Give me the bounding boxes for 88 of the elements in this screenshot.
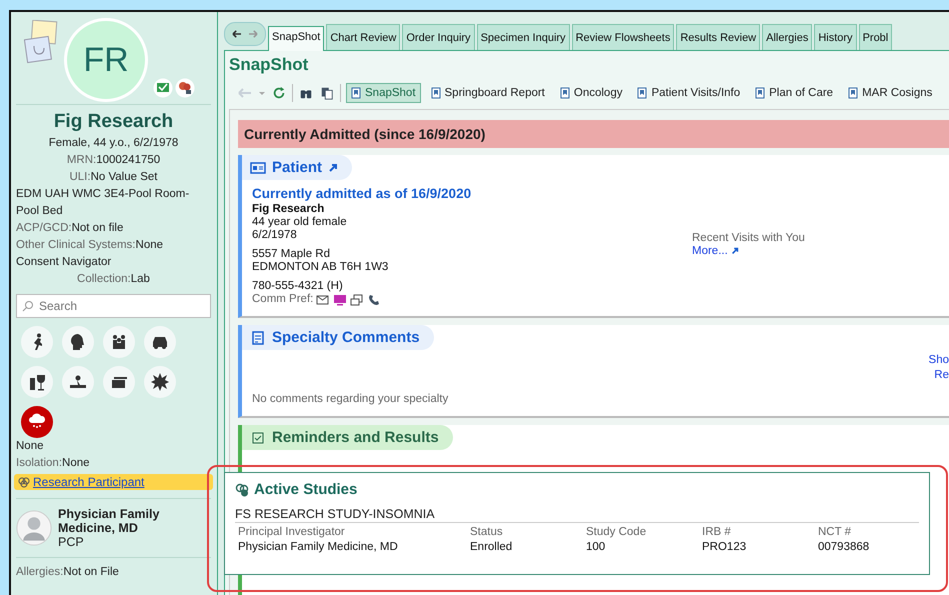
patient-info-line: Female, 44 y.o., 6/2/1978 xyxy=(48,136,180,151)
documents-icon[interactable] xyxy=(319,86,335,100)
study-name: FS RESEARCH STUDY-INSOMNIA xyxy=(235,507,919,523)
age-sex-text: 44 year old female xyxy=(252,216,348,229)
column-header: NCT # xyxy=(818,526,852,538)
tab[interactable]: Probl xyxy=(858,24,892,50)
tab[interactable]: History xyxy=(814,24,857,50)
letter-icon xyxy=(350,294,364,306)
search-field[interactable]: Search xyxy=(16,294,211,318)
address-line: EDMONTON AB T6H 1W3 xyxy=(252,261,390,274)
section-title: Specialty Comments xyxy=(272,329,420,346)
bookmark-icon xyxy=(848,87,858,99)
research-icon xyxy=(235,482,249,496)
patient-info-line: ULI:No Value Set xyxy=(68,170,158,185)
activity-button[interactable]: Springboard Report xyxy=(426,83,550,103)
page-title: SnapShot xyxy=(229,55,310,75)
checklist-monitor-icon[interactable] xyxy=(153,78,173,98)
table-cell-text: 00793868 xyxy=(818,541,870,553)
patient-info-line: EDM UAH WMC 3E4-Pool Room-Pool Bed xyxy=(16,187,190,219)
external-link-icon[interactable] xyxy=(730,247,739,255)
column-header: Status xyxy=(470,526,504,538)
patient-info-line: MRN:1000241750 xyxy=(66,153,162,168)
activity-button[interactable]: Plan of Care xyxy=(750,83,838,103)
tab[interactable]: Specimen Inquiry xyxy=(476,24,570,50)
column-header: IRB # xyxy=(702,526,732,538)
note-icon xyxy=(250,330,266,344)
tab[interactable]: Order Inquiry xyxy=(402,24,475,50)
patient-info-line: Consent Navigator xyxy=(16,255,112,270)
table-cell-text: 100 xyxy=(586,541,606,553)
back-forward-buttons[interactable] xyxy=(224,22,266,46)
cloud-icon[interactable] xyxy=(21,406,53,438)
empty-comments-text: No comments regarding your specialty xyxy=(251,392,450,406)
id-card-icon xyxy=(250,160,266,174)
burst-icon[interactable] xyxy=(144,366,176,398)
patient-name: Fig Research xyxy=(52,111,174,133)
email-icon xyxy=(316,294,330,306)
phone-text: 780-555-4321 (H) xyxy=(252,280,344,293)
comm-pref-label: Comm Pref: xyxy=(252,293,314,306)
bookmark-icon xyxy=(637,87,648,99)
status-text: None xyxy=(16,439,44,454)
tab[interactable]: Results Review xyxy=(676,24,760,50)
checkbox-icon xyxy=(250,430,266,444)
monitor-icon xyxy=(333,294,348,306)
person-silhouette-icon xyxy=(16,510,52,546)
admission-text: Currently admitted as of 16/9/2020 xyxy=(252,186,472,201)
patient-name: Fig Research xyxy=(252,203,326,216)
admission-banner: Currently Admitted (since 16/9/2020) xyxy=(238,120,949,148)
pcp-role: PCP xyxy=(58,535,85,549)
activity-button[interactable]: MAR Cosigns xyxy=(843,83,938,103)
tab[interactable]: Review Flowsheets xyxy=(572,24,674,50)
column-header: Principal Investigator xyxy=(238,526,346,538)
research-icon xyxy=(18,476,30,488)
popup-title: Active Studies xyxy=(254,481,358,498)
bookmark-icon xyxy=(351,87,361,99)
recent-visits-label: Recent Visits with You xyxy=(692,232,805,245)
patient-info-line: ACP/GCD:Not on file xyxy=(16,221,124,236)
bookmark-icon xyxy=(430,87,441,99)
more-link[interactable]: More... xyxy=(692,245,728,257)
car-icon[interactable] xyxy=(144,326,176,358)
tab[interactable]: Chart Review xyxy=(326,24,400,50)
tab[interactable]: Allergies xyxy=(762,24,812,50)
search-icon xyxy=(22,300,34,312)
patient-info-line: Collection:Lab xyxy=(76,272,151,287)
patient-initials-avatar: FR xyxy=(64,18,148,102)
runner-icon[interactable] xyxy=(21,326,53,358)
tab[interactable]: SnapShot xyxy=(268,26,324,51)
external-link-icon[interactable] xyxy=(328,162,338,172)
column-header: Study Code xyxy=(586,526,648,538)
allergies-text: Allergies:Not on File xyxy=(16,565,120,580)
table-cell-text: Physician Family Medicine, MD xyxy=(238,541,399,553)
address-line: 5557 Maple Rd xyxy=(252,248,331,261)
comment-action-link[interactable]: Re xyxy=(934,369,949,381)
activity-button[interactable]: SnapShot xyxy=(346,83,421,103)
isolation-text: Isolation:None xyxy=(16,456,91,471)
phone-icon xyxy=(367,294,382,306)
comment-action-link[interactable]: Sho xyxy=(928,354,949,366)
bookmark-icon xyxy=(560,87,570,99)
refresh-icon[interactable] xyxy=(271,86,287,100)
research-participant-link[interactable]: Research Participant xyxy=(33,475,144,489)
activity-button[interactable]: Oncology xyxy=(554,83,628,103)
table-cell-text: Enrolled xyxy=(470,541,514,553)
pcp-name[interactable]: Physician Family Medicine, MD xyxy=(58,507,211,535)
table-cell-text: PRO123 xyxy=(702,541,748,553)
birth-date-text: 6/2/1978 xyxy=(252,229,298,242)
patient-info-line: Other Clinical Systems:None xyxy=(16,238,164,253)
bookmark-icon xyxy=(755,87,766,99)
activity-button[interactable]: Patient Visits/Info xyxy=(632,83,746,103)
bottle-glass-icon[interactable] xyxy=(21,366,53,398)
